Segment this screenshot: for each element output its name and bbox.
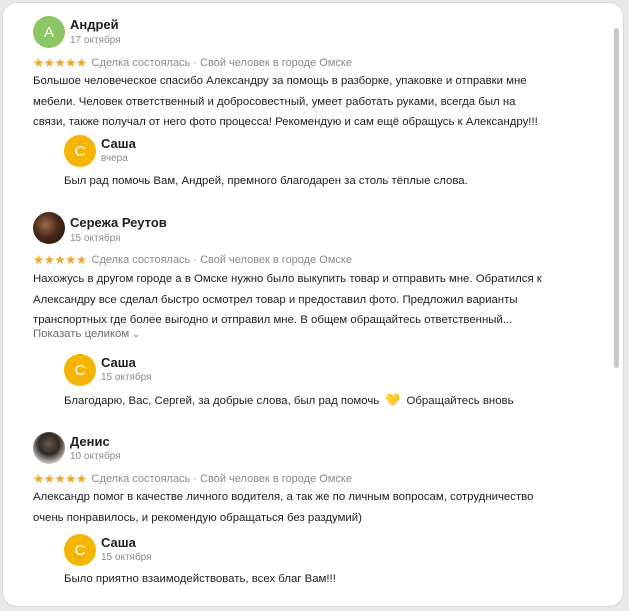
review-author[interactable]: Денис — [70, 434, 110, 449]
review-text-line: мебели. Человек ответственный и добросов… — [33, 95, 516, 108]
rating-stars: ★★★★★ — [33, 472, 87, 486]
reply-date: 15 октября — [101, 372, 152, 383]
reply-text: Был рад помочь Вам, Андрей, премного бла… — [64, 175, 468, 187]
review-text-line: Большое человеческое спасибо Александру … — [33, 75, 527, 87]
chevron-down-icon: ⌄ — [132, 328, 140, 339]
reply-text: Благодарю, Вас, Сергей, за добрые слова,… — [64, 393, 514, 407]
review-author[interactable]: Сережа Реутов — [70, 215, 167, 230]
avatar-letter: А — [43, 23, 54, 41]
reply-avatar[interactable]: С — [64, 135, 96, 167]
heart-icon: 💛 — [385, 393, 401, 407]
reply-text: Было приятно взаимодействовать, всех бла… — [64, 573, 336, 585]
review-text-line: Александр помог в качестве личного водит… — [33, 491, 534, 503]
reply-avatar[interactable]: С — [64, 534, 96, 566]
review-date: 15 октября — [70, 233, 121, 244]
review-text-line: Нахожусь в другом городе а в Омске нужно… — [33, 273, 542, 285]
review-author[interactable]: Андрей — [70, 17, 119, 32]
show-more-link[interactable]: Показать целиком ⌄ — [33, 328, 140, 340]
avatar-letter: С — [74, 142, 86, 160]
review-text-line: Александру все сделал быстро осмотрел то… — [33, 293, 518, 306]
review-meta: ★★★★★ Сделка состоялась · Свой человек в… — [33, 471, 352, 486]
review-text: Нахожусь в другом городе а в Омске нужно… — [33, 269, 613, 331]
show-more-label: Показать целиком — [33, 328, 130, 340]
review-meta: ★★★★★ Сделка состоялась · Свой человек в… — [33, 252, 352, 267]
reply-date: вчера — [101, 153, 128, 164]
reply-avatar[interactable]: С — [64, 354, 96, 386]
reply-author[interactable]: Саша — [101, 136, 136, 151]
review-tags: Сделка состоялась · Свой человек в город… — [91, 472, 352, 485]
scrollbar[interactable] — [614, 28, 619, 368]
avatar[interactable] — [33, 212, 65, 244]
avatar-letter: С — [74, 361, 86, 379]
review-date: 10 октября — [70, 451, 121, 462]
review-text: Александр помог в качестве личного водит… — [33, 487, 613, 528]
review-tags: Сделка состоялась · Свой человек в город… — [91, 253, 352, 266]
avatar[interactable] — [33, 432, 65, 464]
reply-text-part: Благодарю, Вас, Сергей, за добрые слова,… — [64, 395, 380, 407]
rating-stars: ★★★★★ — [33, 56, 87, 70]
review-tags: Сделка состоялась · Свой человек в город… — [91, 56, 352, 69]
review-text-line: очень понравилось, и рекомендую обращать… — [33, 511, 362, 524]
reply-date: 15 октября — [101, 552, 152, 563]
reply-author[interactable]: Саша — [101, 535, 136, 550]
review-text: Большое человеческое спасибо Александру … — [33, 71, 613, 133]
reviews-list[interactable]: А Андрей 17 октября ★★★★★ Сделка состоял… — [3, 3, 611, 606]
reply-author[interactable]: Саша — [101, 355, 136, 370]
reviews-modal: А Андрей 17 октября ★★★★★ Сделка состоял… — [3, 3, 623, 606]
avatar-letter: С — [74, 541, 86, 559]
review-meta: ★★★★★ Сделка состоялась · Свой человек в… — [33, 55, 352, 70]
review-date: 17 октября — [70, 35, 121, 46]
review-text-line: связи, также получал от него фото процес… — [33, 116, 538, 128]
rating-stars: ★★★★★ — [33, 253, 87, 267]
avatar[interactable]: А — [33, 16, 65, 48]
reply-text-part: Обращайтесь вновь — [406, 395, 514, 407]
